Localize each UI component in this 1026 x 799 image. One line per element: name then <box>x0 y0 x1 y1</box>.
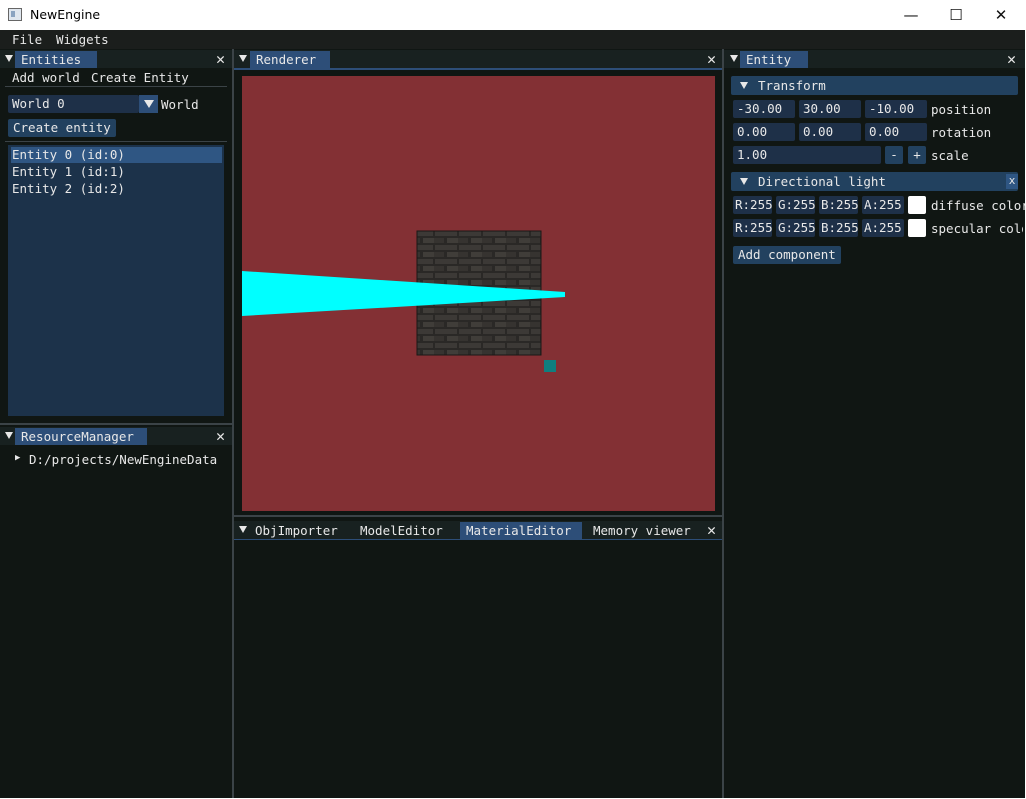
maximize-button[interactable]: ☐ <box>933 0 979 30</box>
rotation-y-field[interactable]: 0.00 <box>799 123 861 141</box>
diffuse-r-field[interactable]: R:255 <box>733 196 773 214</box>
bottom-tab-underline <box>234 539 722 540</box>
renderer-tab-underline <box>234 68 722 70</box>
position-x-field[interactable]: -30.00 <box>733 100 795 118</box>
diffuse-color-swatch[interactable] <box>908 196 926 214</box>
resource-tree-item[interactable]: D:/projects/NewEngineData <box>29 452 217 467</box>
position-z-field[interactable]: -10.00 <box>865 100 927 118</box>
tab-resource-manager[interactable]: ResourceManager <box>15 428 147 445</box>
scale-label: scale <box>931 148 969 163</box>
maximize-icon: ☐ <box>949 6 963 24</box>
tab-model-editor[interactable]: ModelEditor <box>354 522 449 539</box>
entity-list[interactable]: Entity 0 (id:0) Entity 1 (id:1) Entity 2… <box>8 145 224 416</box>
toolbar-separator <box>5 86 227 87</box>
panel-collapse-icon[interactable] <box>5 55 13 62</box>
editor-area: File Widgets Entities ✕ Add world Create… <box>0 30 1025 798</box>
tab-material-editor[interactable]: MaterialEditor <box>460 522 582 539</box>
tab-entities[interactable]: Entities <box>15 51 97 68</box>
tab-obj-importer[interactable]: ObjImporter <box>249 522 344 539</box>
specular-color-swatch[interactable] <box>908 219 926 237</box>
close-icon[interactable]: ✕ <box>707 51 716 68</box>
close-icon[interactable]: ✕ <box>216 51 225 68</box>
scale-decrement-button[interactable]: - <box>885 146 903 164</box>
tab-renderer[interactable]: Renderer <box>250 51 330 68</box>
chevron-down-icon <box>144 100 154 108</box>
chevron-down-icon <box>740 178 748 185</box>
specular-b-field[interactable]: B:255 <box>819 219 859 237</box>
close-icon: ✕ <box>994 6 1008 24</box>
bottom-panel-titlebar: ObjImporter ModelEditor MaterialEditor M… <box>234 521 722 539</box>
diffuse-g-field[interactable]: G:255 <box>776 196 816 214</box>
renderer-viewport[interactable] <box>242 76 715 511</box>
specular-r-field[interactable]: R:255 <box>733 219 773 237</box>
panel-collapse-icon[interactable] <box>5 432 13 439</box>
panel-collapse-icon[interactable] <box>730 55 738 62</box>
close-button[interactable]: ✕ <box>978 0 1024 30</box>
menu-bar: File Widgets <box>0 30 1025 49</box>
specular-color-label: specular color <box>931 221 1023 236</box>
diffuse-a-field[interactable]: A:255 <box>862 196 904 214</box>
position-y-field[interactable]: 30.00 <box>799 100 861 118</box>
specular-a-field[interactable]: A:255 <box>862 219 904 237</box>
dock-splitter-right[interactable] <box>722 49 724 798</box>
diffuse-b-field[interactable]: B:255 <box>819 196 859 214</box>
menu-widgets[interactable]: Widgets <box>56 32 109 47</box>
directional-light-header-label: Directional light <box>758 174 886 189</box>
close-icon[interactable]: ✕ <box>216 428 225 445</box>
dock-splitter-left-horizontal[interactable] <box>0 423 232 425</box>
world-select[interactable]: World 0 <box>8 95 139 113</box>
create-entity-menu[interactable]: Create Entity <box>91 70 189 85</box>
chevron-down-icon <box>740 82 748 89</box>
tree-expand-icon[interactable]: ▶ <box>15 453 20 463</box>
renderer-panel-titlebar: Renderer ✕ <box>234 50 722 68</box>
create-entity-button[interactable]: Create entity <box>8 119 116 137</box>
directional-light-header[interactable]: Directional light x <box>731 172 1018 191</box>
world-select-label: World <box>161 97 199 112</box>
tab-entity[interactable]: Entity <box>740 51 808 68</box>
specular-g-field[interactable]: G:255 <box>776 219 816 237</box>
menu-file[interactable]: File <box>12 32 42 47</box>
list-item[interactable]: Entity 2 (id:2) <box>11 181 125 197</box>
add-component-button[interactable]: Add component <box>733 246 841 264</box>
rotation-z-field[interactable]: 0.00 <box>865 123 927 141</box>
transform-header[interactable]: Transform <box>731 76 1018 95</box>
close-icon[interactable]: ✕ <box>707 522 716 539</box>
window-title: NewEngine <box>30 7 101 22</box>
world-select-dropdown-button[interactable] <box>139 95 158 113</box>
entities-panel-titlebar: Entities ✕ <box>0 50 232 68</box>
diffuse-color-label: diffuse color <box>931 198 1025 213</box>
position-label: position <box>931 102 992 117</box>
dock-splitter-center-horizontal[interactable] <box>234 515 722 517</box>
light-marker <box>544 360 556 372</box>
minimize-button[interactable]: — <box>888 0 934 30</box>
entity-panel-titlebar: Entity ✕ <box>724 50 1025 68</box>
minimize-icon: — <box>903 6 919 24</box>
list-item[interactable]: Entity 0 (id:0) <box>11 147 222 163</box>
scale-field[interactable]: 1.00 <box>733 146 881 164</box>
add-world-menu[interactable]: Add world <box>12 70 80 85</box>
rotation-x-field[interactable]: 0.00 <box>733 123 795 141</box>
rotation-label: rotation <box>931 125 992 140</box>
remove-component-button[interactable]: x <box>1006 174 1018 189</box>
panel-collapse-icon[interactable] <box>239 526 247 533</box>
list-item[interactable]: Entity 1 (id:1) <box>11 164 125 180</box>
button-separator <box>5 141 227 142</box>
window-titlebar: NewEngine — ☐ ✕ <box>0 0 1026 30</box>
dock-splitter-left[interactable] <box>232 49 234 798</box>
transform-header-label: Transform <box>758 78 826 93</box>
resource-panel-titlebar: ResourceManager ✕ <box>0 427 232 445</box>
tab-memory-viewer[interactable]: Memory viewer <box>587 522 697 539</box>
app-icon <box>8 8 22 21</box>
panel-collapse-icon[interactable] <box>239 55 247 62</box>
close-icon[interactable]: ✕ <box>1007 51 1016 68</box>
scale-increment-button[interactable]: + <box>908 146 926 164</box>
